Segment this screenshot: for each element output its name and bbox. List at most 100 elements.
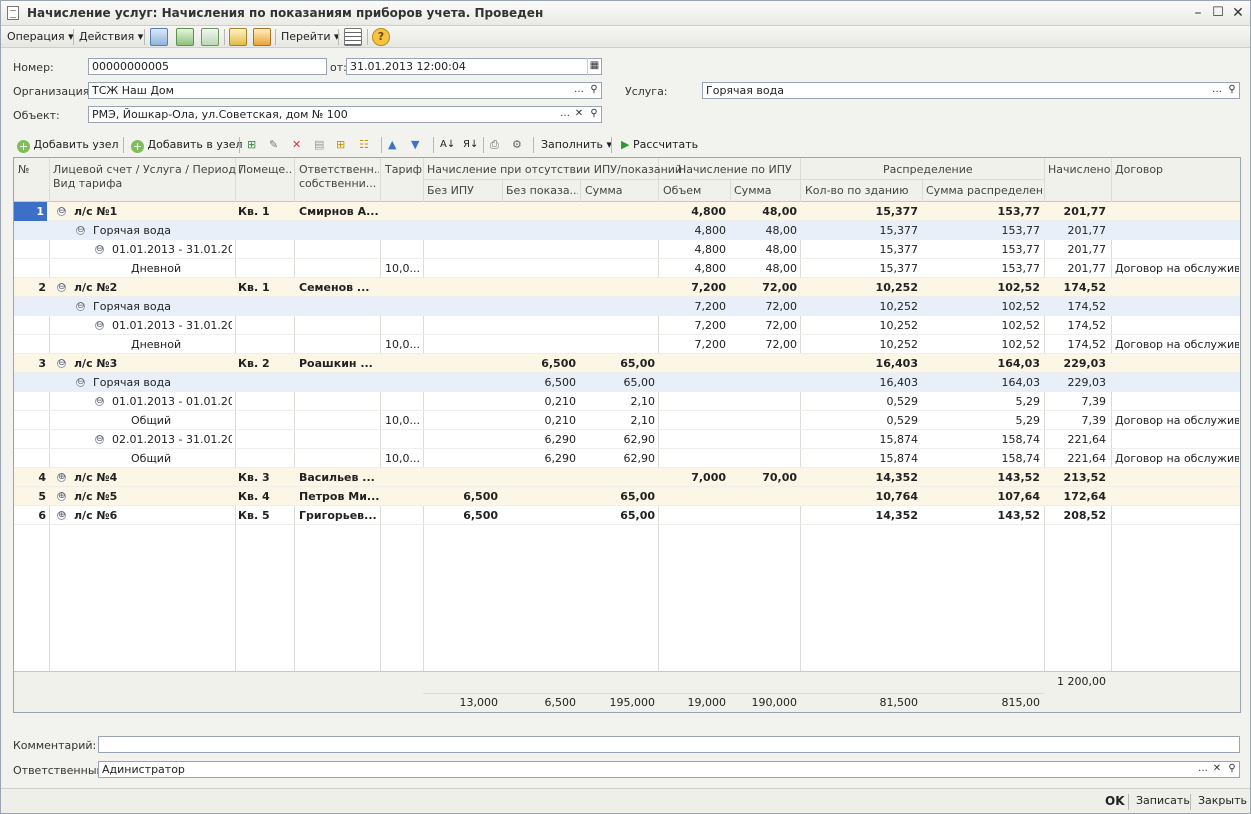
table-row[interactable]: 6 ⊕ л/с №6 Кв. 5 Григорьев... 6,500 65,00 14,35… <box>14 506 1240 525</box>
end-edit-icon[interactable]: ▤ <box>314 137 324 153</box>
maximize-icon[interactable]: ☐ <box>1210 5 1226 21</box>
close-icon[interactable]: ✕ <box>1230 5 1246 21</box>
post-and-close-icon[interactable] <box>150 28 168 46</box>
collapse-icon[interactable]: ⊖ <box>95 435 104 444</box>
responsible-field[interactable]: Адиниcтратор <box>98 761 1240 778</box>
table-row[interactable]: 5 ⊕ л/с №5 Кв. 4 Петров Ми... 6,500 65,00 10,76… <box>14 487 1240 506</box>
table-row[interactable]: ⊖ 01.01.2013 - 31.01.2013 7,200 72,00 10,252… <box>14 316 1240 335</box>
move-up-icon[interactable]: ▲ <box>388 137 396 153</box>
table-row[interactable]: Общий 10,0... 0,210 2,10 0,529 5,29 7,39 Догово… <box>14 411 1240 430</box>
fill-menu[interactable]: Заполнить ▾ <box>541 137 612 153</box>
add-node-button[interactable]: + Добавить узел <box>17 137 119 153</box>
delete-icon[interactable]: ✕ <box>292 137 301 153</box>
table-row[interactable]: ⊖ Горячая вода 4,800 48,00 15,377 153,77 201,7… <box>14 221 1240 240</box>
clear-icon[interactable]: ✕ <box>1210 761 1224 778</box>
collapse-icon[interactable]: ⊖ <box>57 359 66 368</box>
select-icon[interactable]: … <box>1210 82 1224 99</box>
clear-icon[interactable]: ✕ <box>572 106 586 123</box>
collapse-icon[interactable]: ⊖ <box>76 378 85 387</box>
collapse-icon[interactable]: ⊖ <box>95 321 104 330</box>
copy-icon[interactable] <box>201 28 219 46</box>
number-field[interactable]: 00000000005 <box>88 58 327 75</box>
sort-asc-icon[interactable]: A↓ <box>440 137 455 153</box>
contract-cell <box>1115 221 1239 240</box>
ok-button[interactable]: OK <box>1105 793 1125 809</box>
a-cell <box>423 202 498 221</box>
org-value: ТСЖ Наш Дом <box>92 84 174 97</box>
print-icon[interactable]: ⎙ <box>490 137 499 153</box>
menu-actions[interactable]: Действия ▾ <box>79 29 143 45</box>
add-row-icon[interactable]: ⊞ <box>247 137 256 153</box>
acc-cell: 213,52 <box>1063 471 1106 484</box>
service-value: Горячая вода <box>706 84 784 97</box>
select-icon[interactable]: … <box>572 82 586 99</box>
collapse-icon[interactable]: ⊖ <box>76 302 85 311</box>
calculate-button[interactable]: ▶ Рассчитать <box>621 137 698 153</box>
org-field[interactable]: ТСЖ Наш Дом <box>88 82 602 99</box>
search-icon[interactable]: ⚲ <box>1225 761 1239 778</box>
minimize-icon[interactable]: – <box>1190 5 1206 21</box>
acc-cell: 201,77 <box>1067 243 1107 256</box>
search-icon[interactable]: ⚲ <box>587 82 601 99</box>
collapse-icon[interactable]: ⊖ <box>57 207 66 216</box>
org-label: Организация: <box>13 85 94 98</box>
table-row[interactable]: ⊖ 01.01.2013 - 01.01.2013 0,210 2,10 0,529 5,… <box>14 392 1240 411</box>
vs-cell <box>730 487 797 506</box>
account-cell: 01.01.2013 - 31.01.2013 <box>112 243 232 256</box>
refresh-icon[interactable] <box>176 28 194 46</box>
select-icon[interactable]: … <box>1196 761 1210 778</box>
separator <box>381 137 382 153</box>
sort-desc-icon[interactable]: Я↓ <box>463 137 478 153</box>
help-icon[interactable]: ? <box>372 28 390 46</box>
menu-goto[interactable]: Перейти ▾ <box>281 29 340 45</box>
account-cell: Общий <box>131 452 172 465</box>
collapse-icon[interactable]: ⊖ <box>57 283 66 292</box>
unpost-icon[interactable] <box>253 28 271 46</box>
table-row[interactable]: Дневной 10,0... 7,200 72,00 10,252 102,52 174,… <box>14 335 1240 354</box>
menu-operation[interactable]: Операция ▾ <box>7 29 74 45</box>
table-row[interactable]: 2 ⊖ л/с №2 Кв. 1 Семенов ... 7,200 72,00 10,252… <box>14 278 1240 297</box>
edit-icon[interactable]: ✎ <box>269 137 278 153</box>
collapse-icon[interactable]: ⊖ <box>76 226 85 235</box>
ds-cell: 153,77 <box>997 205 1040 218</box>
table-row[interactable]: Общий 10,0... 6,290 62,90 15,874 158,74 221,64… <box>14 449 1240 468</box>
move-down-icon[interactable]: ▼ <box>411 137 419 153</box>
add-into-node-button[interactable]: + Добавить в узел <box>131 137 243 153</box>
date-field[interactable]: 31.01.2013 12:00:04 <box>346 58 602 75</box>
ds-cell: 164,03 <box>1001 376 1041 389</box>
search-icon[interactable]: ⚲ <box>587 106 601 123</box>
table-row[interactable]: 1 ⊖ л/с №1 Кв. 1 Смирнов А... 4,800 48,00 15,37… <box>14 202 1240 221</box>
search-icon[interactable]: ⚲ <box>1225 82 1239 99</box>
object-field[interactable]: РМЭ, Йошкар-Ола, ул.Советская, дом № 100 <box>88 106 602 123</box>
save-button[interactable]: Записать <box>1136 793 1190 809</box>
s-cell: 65,00 <box>620 509 655 522</box>
table-row[interactable]: ⊖ Горячая вода 7,200 72,00 10,252 102,52 174,5… <box>14 297 1240 316</box>
tree-icon[interactable]: ☷ <box>359 137 369 153</box>
calendar-icon[interactable]: ▦ <box>587 58 601 75</box>
close-button[interactable]: Закрыть <box>1198 793 1247 809</box>
expand-icon[interactable]: ⊕ <box>57 511 66 520</box>
table-row[interactable]: ⊖ 02.01.2013 - 31.01.2013 6,290 62,90 15,874… <box>14 430 1240 449</box>
table-row[interactable]: Дневной 10,0... 4,800 48,00 15,377 153,77 201,… <box>14 259 1240 278</box>
table-row[interactable]: 4 ⊕ л/с №4 Кв. 3 Васильев ... 7,000 70,00 14,35… <box>14 468 1240 487</box>
comment-field[interactable] <box>98 736 1240 753</box>
bb-cell <box>502 202 576 221</box>
settings-icon[interactable]: ⚙ <box>512 137 522 153</box>
q-cell: 0,529 <box>886 414 919 427</box>
expand-icon[interactable]: ⊕ <box>57 492 66 501</box>
add-group-icon[interactable]: ⊞ <box>336 137 345 153</box>
vs-cell: 70,00 <box>762 471 797 484</box>
structure-icon[interactable] <box>344 28 362 46</box>
service-field[interactable]: Горячая вода <box>702 82 1240 99</box>
collapse-icon[interactable]: ⊖ <box>95 245 104 254</box>
select-icon[interactable]: … <box>558 106 572 123</box>
acc-cell: 201,77 <box>1067 224 1107 237</box>
expand-icon[interactable]: ⊕ <box>57 473 66 482</box>
collapse-icon[interactable]: ⊖ <box>95 397 104 406</box>
table-row[interactable]: 3 ⊖ л/с №3 Кв. 2 Роашкин ... 6,500 65,00 16,403… <box>14 354 1240 373</box>
a-cell <box>423 240 498 259</box>
table-row[interactable]: ⊖ 01.01.2013 - 31.01.2013 4,800 48,00 15,377… <box>14 240 1240 259</box>
s-cell <box>580 468 655 487</box>
table-row[interactable]: ⊖ Горячая вода 6,500 65,00 16,403 164,03 229,0… <box>14 373 1240 392</box>
post-icon[interactable] <box>229 28 247 46</box>
